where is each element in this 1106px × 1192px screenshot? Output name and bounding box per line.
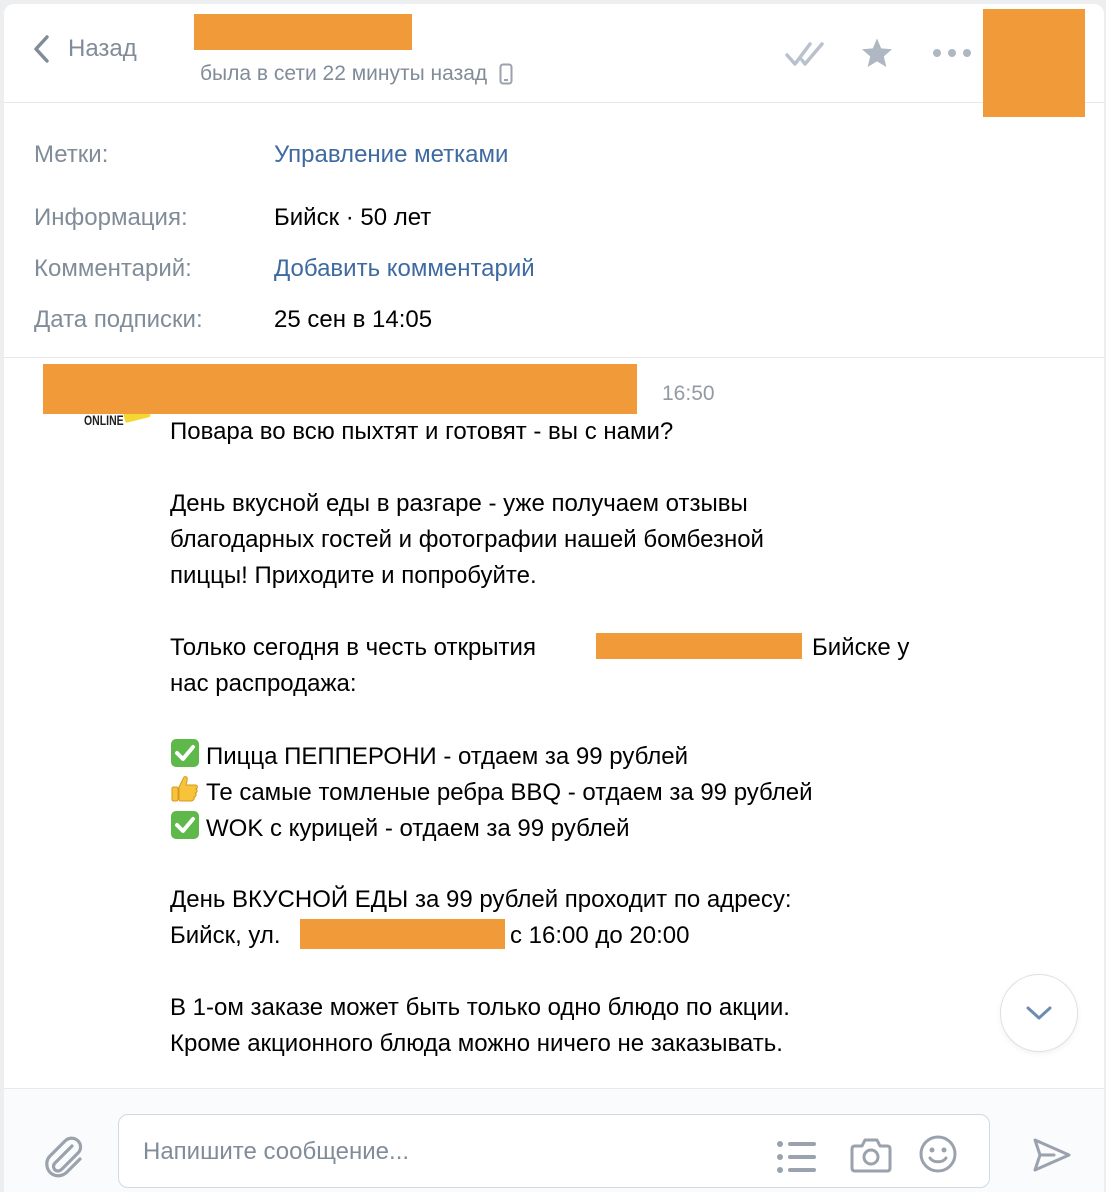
send-icon[interactable] <box>1032 1137 1072 1173</box>
chevron-down-icon <box>1026 1006 1052 1020</box>
contact-name-redacted[interactable] <box>194 14 412 50</box>
subscribe-date-key: Дата подписки: <box>34 306 203 333</box>
promo-item-text: Пицца ПЕППЕРОНИ - отдаем за 99 рублей <box>206 743 689 770</box>
paperclip-icon[interactable] <box>42 1134 86 1180</box>
chat-window: Назад была в сети 22 минуты назад Метки:… <box>4 4 1104 1192</box>
contact-info-panel: Метки: Управление метками Информация: Би… <box>4 103 1104 358</box>
templates-icon[interactable] <box>776 1140 818 1174</box>
back-label: Назад <box>68 35 137 62</box>
street-redacted <box>300 919 505 949</box>
double-check-icon[interactable] <box>784 40 834 68</box>
promo-item-text: Те самые томленые ребра BBQ - отдаем за … <box>206 779 813 806</box>
subscribe-date-value: 25 сен в 14:05 <box>274 306 433 333</box>
message-input[interactable] <box>143 1135 743 1169</box>
message-line: В 1-ом заказе может быть только одно блю… <box>170 994 790 1021</box>
sender-name-redacted[interactable] <box>43 364 637 414</box>
message-line: благодарных гостей и фотографии нашей бо… <box>170 526 764 553</box>
back-button[interactable]: Назад <box>32 34 137 64</box>
online-status: была в сети 22 минуты назад <box>200 62 513 86</box>
more-icon[interactable] <box>932 48 972 58</box>
avatar-redacted[interactable] <box>983 9 1085 117</box>
message-line: Бийске у <box>812 634 910 661</box>
message-line: Бийск, ул. <box>170 922 281 949</box>
sender-avatar[interactable]: ONLINE <box>84 412 124 428</box>
message-line: Повара во всю пыхтят и готовят - вы с на… <box>170 418 674 445</box>
smile-icon[interactable] <box>918 1134 958 1174</box>
message-line: День ВКУСНОЙ ЕДЫ за 99 рублей проходит п… <box>170 886 792 913</box>
check-emoji-icon <box>171 811 199 839</box>
information-key: Информация: <box>34 204 188 231</box>
phone-icon <box>499 63 513 85</box>
message-line: День вкусной еды в разгаре - уже получае… <box>170 490 748 517</box>
message-time: 16:50 <box>662 382 715 405</box>
scroll-down-button[interactable] <box>1000 974 1078 1052</box>
information-value: Бийск · 50 лет <box>274 204 432 231</box>
camera-icon[interactable] <box>850 1136 892 1174</box>
chevron-left-icon <box>34 35 49 63</box>
promo-item-text: WOK с курицей - отдаем за 99 рублей <box>206 815 630 842</box>
venue-name-redacted <box>596 633 802 659</box>
message-line: нас распродажа: <box>170 670 357 697</box>
check-emoji-icon <box>171 739 199 767</box>
message-line: Кроме акционного блюда можно ничего не з… <box>170 1030 783 1057</box>
message-line: пиццы! Приходите и попробуйте. <box>170 562 537 589</box>
labels-key: Метки: <box>34 141 109 168</box>
online-status-text: была в сети 22 минуты назад <box>200 62 488 85</box>
manage-labels-link[interactable]: Управление метками <box>274 141 508 169</box>
comment-key: Комментарий: <box>34 255 192 282</box>
thumbs-up-emoji-icon <box>171 776 198 802</box>
promo-item: WOK с курицей - отдаем за 99 рублей <box>170 810 630 847</box>
promo-item: Пицца ПЕППЕРОНИ - отдаем за 99 рублей <box>170 738 688 775</box>
message-line: с 16:00 до 20:00 <box>510 922 690 949</box>
star-icon[interactable] <box>860 37 894 69</box>
message-line: Только сегодня в честь открытия <box>170 634 536 661</box>
add-comment-link[interactable]: Добавить комментарий <box>274 255 535 283</box>
chat-header: Назад была в сети 22 минуты назад <box>4 4 1104 117</box>
promo-item: Те самые томленые ребра BBQ - отдаем за … <box>170 774 812 811</box>
